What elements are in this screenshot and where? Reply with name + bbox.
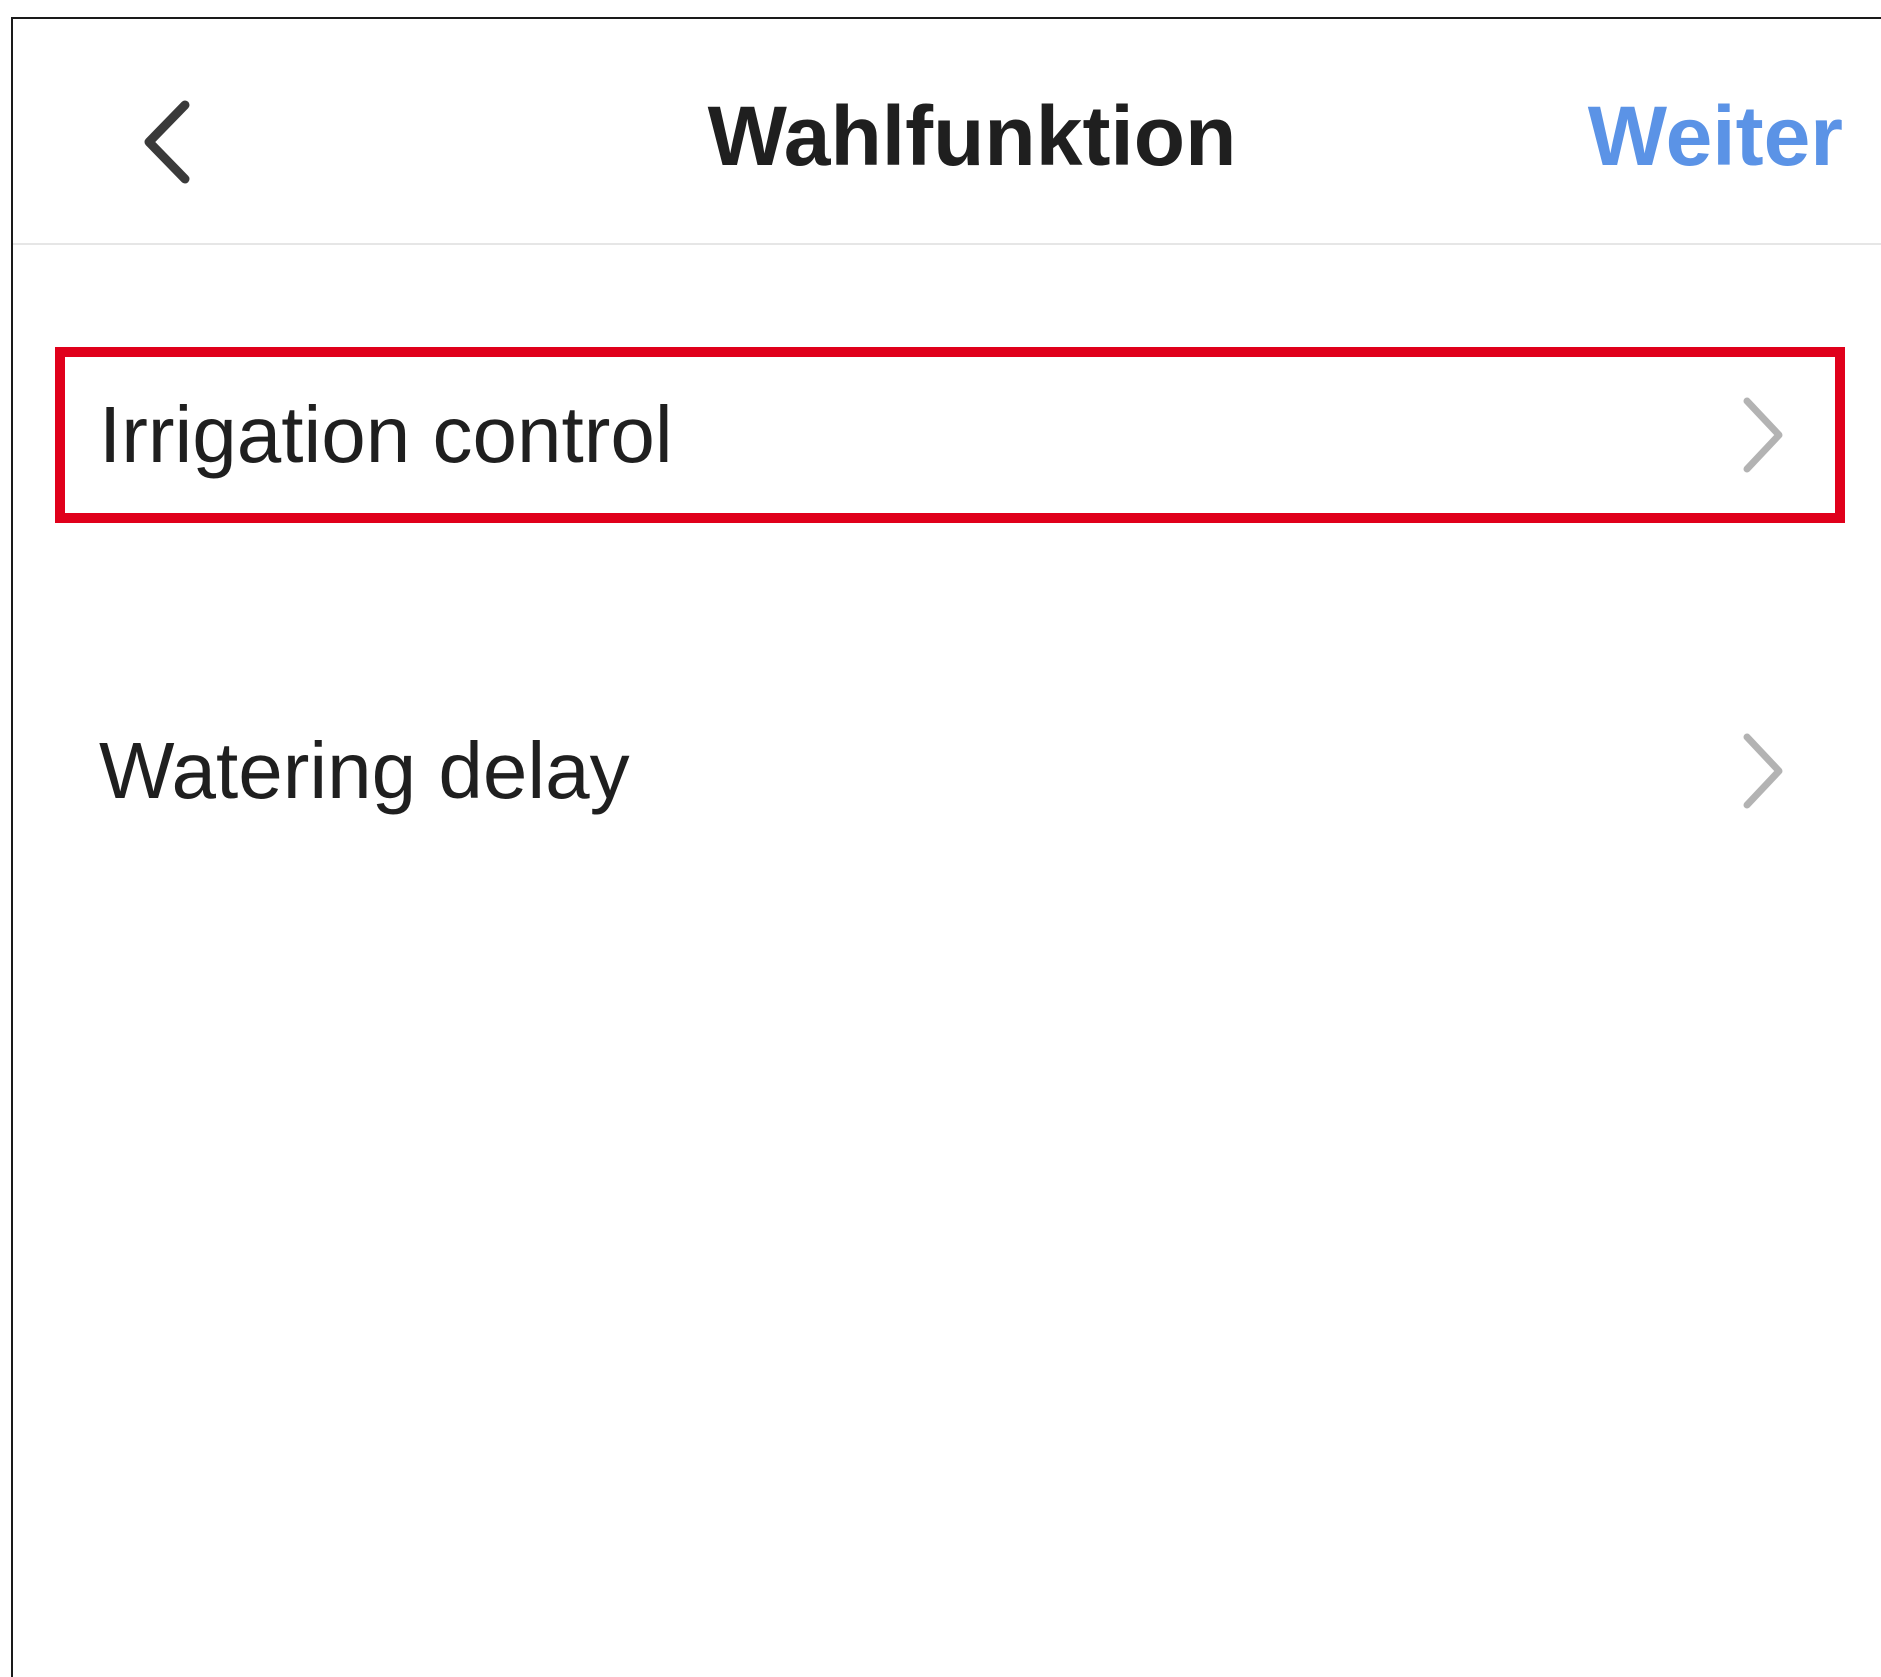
chevron-right-icon [1739, 731, 1787, 811]
next-button[interactable]: Weiter [1588, 81, 1843, 191]
list-item-irrigation-control[interactable]: Irrigation control [55, 347, 1845, 523]
list-item-label: Irrigation control [99, 390, 673, 479]
list-item-label: Watering delay [99, 726, 630, 815]
app-screen: Wahlfunktion Weiter Irrigation control W… [11, 17, 1881, 1677]
list-item-watering-delay[interactable]: Watering delay [55, 683, 1845, 859]
nav-bar: Wahlfunktion Weiter [13, 19, 1881, 245]
chevron-right-icon [1739, 395, 1787, 475]
